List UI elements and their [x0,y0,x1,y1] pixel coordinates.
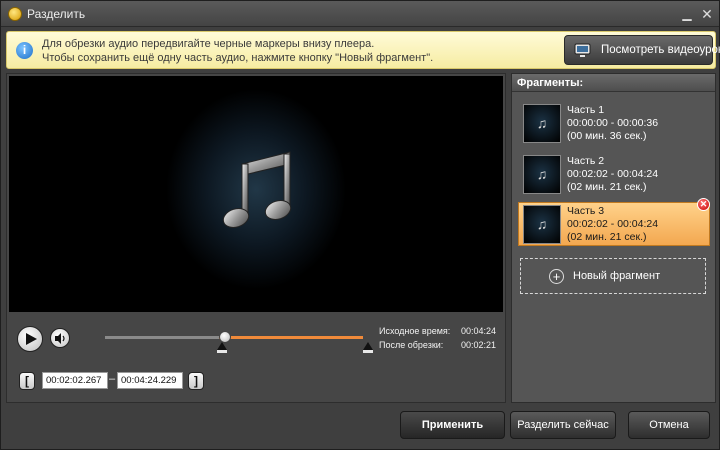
end-marker[interactable] [363,342,373,350]
set-end-button[interactable]: ] [188,372,204,390]
fragments-header: Фрагменты: [512,74,715,92]
play-icon [26,333,37,345]
fragment-item-selected[interactable]: ♫ Часть 3 00:02:02 - 00:04:24 (02 мин. 2… [518,202,710,246]
hint-line-1: Для обрезки аудио передвигайте черные ма… [42,38,375,50]
watch-tutorial-button[interactable]: Посмотреть видеоурок [564,35,720,65]
close-button[interactable]: ✕ [699,6,715,22]
cancel-button[interactable]: Отмена [628,411,710,439]
source-time-label: Исходное время: [379,326,451,336]
fragment-name: Часть 2 [567,155,605,167]
music-note-icon: ♫ [536,166,548,182]
delete-fragment-icon[interactable]: ✕ [697,198,710,211]
speaker-icon [55,333,65,344]
music-note-icon [222,151,292,228]
set-start-button[interactable]: [ [19,372,35,390]
hint-line-2: Чтобы сохранить ещё одну часть аудио, на… [42,52,434,64]
start-marker-base [217,350,227,353]
fragment-item[interactable]: ♫ Часть 1 00:00:00 - 00:00:36 (00 мин. 3… [518,101,710,145]
window-title: Разделить [27,7,86,21]
fragment-name: Часть 3 [567,205,605,217]
fragment-thumbnail: ♫ [523,205,561,244]
watch-tutorial-label: Посмотреть видеоурок [601,44,720,56]
fragment-range: 00:02:02 - 00:04:24 [567,218,659,230]
fragment-range: 00:00:00 - 00:00:36 [567,117,659,129]
plus-icon: + [549,269,564,284]
split-now-button[interactable]: Разделить сейчас [510,411,616,439]
fragment-duration: (02 мин. 21 сек.) [567,181,647,193]
fragment-thumbnail: ♫ [523,104,561,143]
end-marker-base [363,350,373,353]
fragment-name: Часть 1 [567,104,605,116]
minimize-button[interactable]: ▁ [679,6,695,22]
fragments-panel: Фрагменты: ♫ Часть 1 00:00:00 - 00:00:36… [511,73,716,403]
start-marker[interactable] [217,342,227,350]
new-fragment-button[interactable]: + Новый фрагмент [520,258,706,294]
fragment-thumbnail: ♫ [523,155,561,194]
fragment-item[interactable]: ♫ Часть 2 00:02:02 - 00:04:24 (02 мин. 2… [518,152,710,196]
source-time-value: 00:04:24 [461,326,497,336]
info-icon: i [16,42,33,59]
volume-button[interactable] [50,328,70,348]
split-dialog: Разделить ▁ ✕ i Для обрезки аудио передв… [0,0,720,450]
new-fragment-label: Новый фрагмент [573,270,661,282]
fragment-duration: (02 мин. 21 сек.) [567,231,647,243]
time-range-separator: – [109,373,116,385]
app-icon [8,7,22,21]
fragment-duration: (00 мин. 36 сек.) [567,130,647,142]
end-time-field[interactable]: 00:04:24.229 [117,372,183,389]
cut-time-value: 00:02:21 [461,340,497,350]
audio-player: Исходное время: 00:04:24 После обрезки: … [6,73,506,403]
music-note-icon: ♫ [536,216,548,232]
play-button[interactable] [17,326,43,352]
video-tutorial-icon [574,43,591,57]
music-note-icon: ♫ [536,115,548,131]
apply-button[interactable]: Применить [400,411,505,439]
cut-time-label: После обрезки: [379,340,444,350]
preview-screen [9,76,503,312]
start-time-field[interactable]: 00:02:02.267 [42,372,108,389]
hint-banner: i Для обрезки аудио передвигайте черные … [6,31,720,69]
title-bar: Разделить ▁ ✕ [1,1,719,27]
timeline-selection [219,336,363,339]
fragment-range: 00:02:02 - 00:04:24 [567,168,659,180]
